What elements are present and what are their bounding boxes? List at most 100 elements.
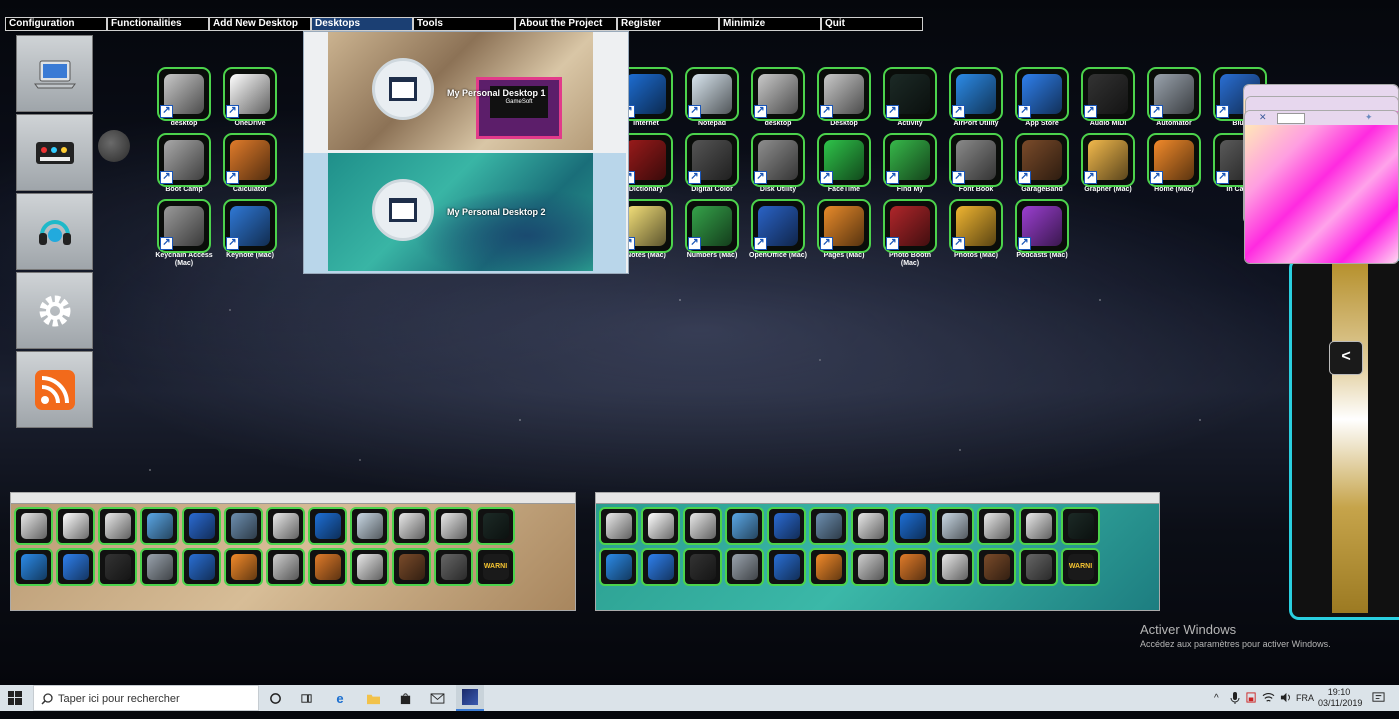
desktop-1-mini-app-icon[interactable] [350,507,389,545]
desktop-2-mini-app-icon[interactable] [767,548,806,586]
menu-add-new-desktop[interactable]: Add New Desktop [209,17,311,31]
pink-window-middle-titlebar[interactable] [1246,97,1398,111]
panel-collapse-button[interactable]: < [1329,341,1363,375]
file-explorer-icon[interactable] [364,689,382,707]
desktop-2-mini-app-icon[interactable] [851,507,890,545]
app-tile[interactable]: ↗ [685,67,739,121]
desktop-2-mini-app-icon[interactable] [809,548,848,586]
desktop-1-mini-app-icon[interactable] [434,548,473,586]
desktop-2-mini-app-icon[interactable] [599,507,638,545]
app-tile[interactable]: ↗ [751,199,805,253]
app-tile[interactable]: ↗ [883,67,937,121]
app-icon-digital-color[interactable]: ↗ Digital Color [683,133,741,194]
app-icon-notepad[interactable]: ↗ Notepad [683,67,741,128]
desktop-2-mini-app-icon[interactable] [641,548,680,586]
cortana-icon[interactable] [266,689,284,707]
desktop-1-mini-app-icon[interactable] [350,548,389,586]
desktop-1-mini-app-icon[interactable] [98,507,137,545]
app-tile[interactable]: ↗ [223,133,277,187]
desktop-1-mini-app-icon[interactable] [392,507,431,545]
app-icon-desktop[interactable]: ↗ Desktop [815,67,873,128]
app-tile[interactable]: ↗ [883,199,937,253]
pink-window-front-titlebar[interactable]: ✕ ✦ [1245,111,1398,125]
desktop-1-mini-app-icon[interactable] [98,548,137,586]
app-tile[interactable]: ↗ [817,67,871,121]
desktop-1-mini-app-icon[interactable] [434,507,473,545]
app-tile[interactable]: ↗ [751,67,805,121]
mail-icon[interactable] [428,689,446,707]
app-tile[interactable]: ↗ [685,199,739,253]
app-icon-onedrive[interactable]: ↗ OneDrive [221,67,279,128]
pin-icon[interactable]: ✦ [1365,112,1373,123]
app-tile[interactable]: ↗ [685,133,739,187]
desktop-2-mini-app-icon[interactable] [725,548,764,586]
app-tile[interactable]: ↗ [1015,199,1069,253]
battery-icon[interactable] [1246,692,1257,718]
desktop-1-mini-app-icon[interactable] [140,548,179,586]
notifications-icon[interactable] [1372,691,1385,717]
app-tile[interactable]: ↗ [1081,67,1135,121]
app-taskbar-button[interactable] [456,685,484,711]
desktop-2-mini-app-icon[interactable] [893,507,932,545]
menu-register[interactable]: Register [617,17,719,31]
app-tile[interactable]: ↗ [1015,133,1069,187]
app-tile[interactable]: ↗ [157,199,211,253]
desktop-2-preview[interactable]: WARNI [595,492,1160,611]
desktop-1-mini-app-icon[interactable] [140,507,179,545]
taskbar-search-box[interactable]: Taper ici pour rechercher [33,685,259,711]
desktop-1-mini-app-icon[interactable] [182,548,221,586]
app-tile[interactable]: ↗ [817,199,871,253]
app-icon-desktop[interactable]: ↗ desktop [749,67,807,128]
desktop-1-mini-app-icon[interactable] [56,548,95,586]
app-icon-audio-midi[interactable]: ↗ Audio MIDI [1079,67,1137,128]
desktop-2-mini-app-icon[interactable] [683,548,722,586]
app-icon-home-mac[interactable]: ↗ Home (Mac) [1145,133,1203,194]
network-icon[interactable] [1262,692,1275,718]
app-icon-disk-utility[interactable]: ↗ Disk Utility [749,133,807,194]
menu-desktops[interactable]: Desktops [311,17,413,31]
app-tile[interactable]: ↗ [949,133,1003,187]
menu-about-the-project[interactable]: About the Project [515,17,617,31]
desktop-2-mini-app-icon[interactable] [977,507,1016,545]
app-icon-find-my[interactable]: ↗ Find My [881,133,939,194]
microphone-icon[interactable] [1230,692,1240,718]
desktop-1-mini-app-icon[interactable] [392,548,431,586]
app-tile[interactable]: ↗ [1015,67,1069,121]
desktop-item-1[interactable]: GameSoft My Personal Desktop 1 [304,32,626,152]
app-icon-airport-utility[interactable]: ↗ AirPort Utility [947,67,1005,128]
task-view-icon[interactable] [297,689,315,707]
app-tile[interactable]: ↗ [949,199,1003,253]
desktop-2-mini-app-icon[interactable] [893,548,932,586]
desktop-2-mini-app-icon[interactable] [683,507,722,545]
edge-browser-icon[interactable]: e [331,689,349,707]
desktop-2-mini-app-icon[interactable] [977,548,1016,586]
volume-icon[interactable] [1280,692,1291,718]
app-icon-pages-mac[interactable]: ↗ Pages (Mac) [815,199,873,260]
desktop-2-mini-app-icon[interactable] [1019,507,1058,545]
app-tile[interactable]: ↗ [751,133,805,187]
desktop-1-mini-app-icon[interactable] [224,548,263,586]
app-icon-podcasts-mac[interactable]: ↗ Podcasts (Mac) [1013,199,1071,260]
app-icon-activity[interactable]: ↗ Activity [881,67,939,128]
close-icon[interactable]: ✕ [1259,112,1267,123]
desktop-1-mini-app-icon[interactable] [308,548,347,586]
app-icon-app-store[interactable]: ↗ App Store [1013,67,1071,128]
pink-window-front[interactable]: ✕ ✦ [1244,110,1399,264]
app-icon-numbers-mac[interactable]: ↗ Numbers (Mac) [683,199,741,260]
desktop-2-mini-app-icon[interactable] [935,507,974,545]
desktop-1-mini-app-icon[interactable] [476,507,515,545]
app-icon-keychain-access-mac[interactable]: ↗ Keychain Access (Mac) [155,199,213,268]
rss-button[interactable] [16,351,93,428]
desktop-2-mini-app-icon[interactable] [1019,548,1058,586]
desktop-1-mini-app-icon[interactable] [56,507,95,545]
desktop-1-mini-app-icon[interactable] [14,548,53,586]
menu-quit[interactable]: Quit [821,17,923,31]
language-indicator[interactable]: FRA [1296,693,1314,719]
desktop-2-mini-app-icon[interactable] [1061,507,1100,545]
desktop-2-mini-app-icon[interactable] [725,507,764,545]
app-icon-keynote-mac[interactable]: ↗ Keynote (Mac) [221,199,279,260]
headset-button[interactable] [16,193,93,270]
desktop-1-mini-app-icon[interactable] [266,507,305,545]
app-icon-boot-camp[interactable]: ↗ Boot Camp [155,133,213,194]
tray-chevron-icon[interactable]: ^ [1214,693,1219,719]
